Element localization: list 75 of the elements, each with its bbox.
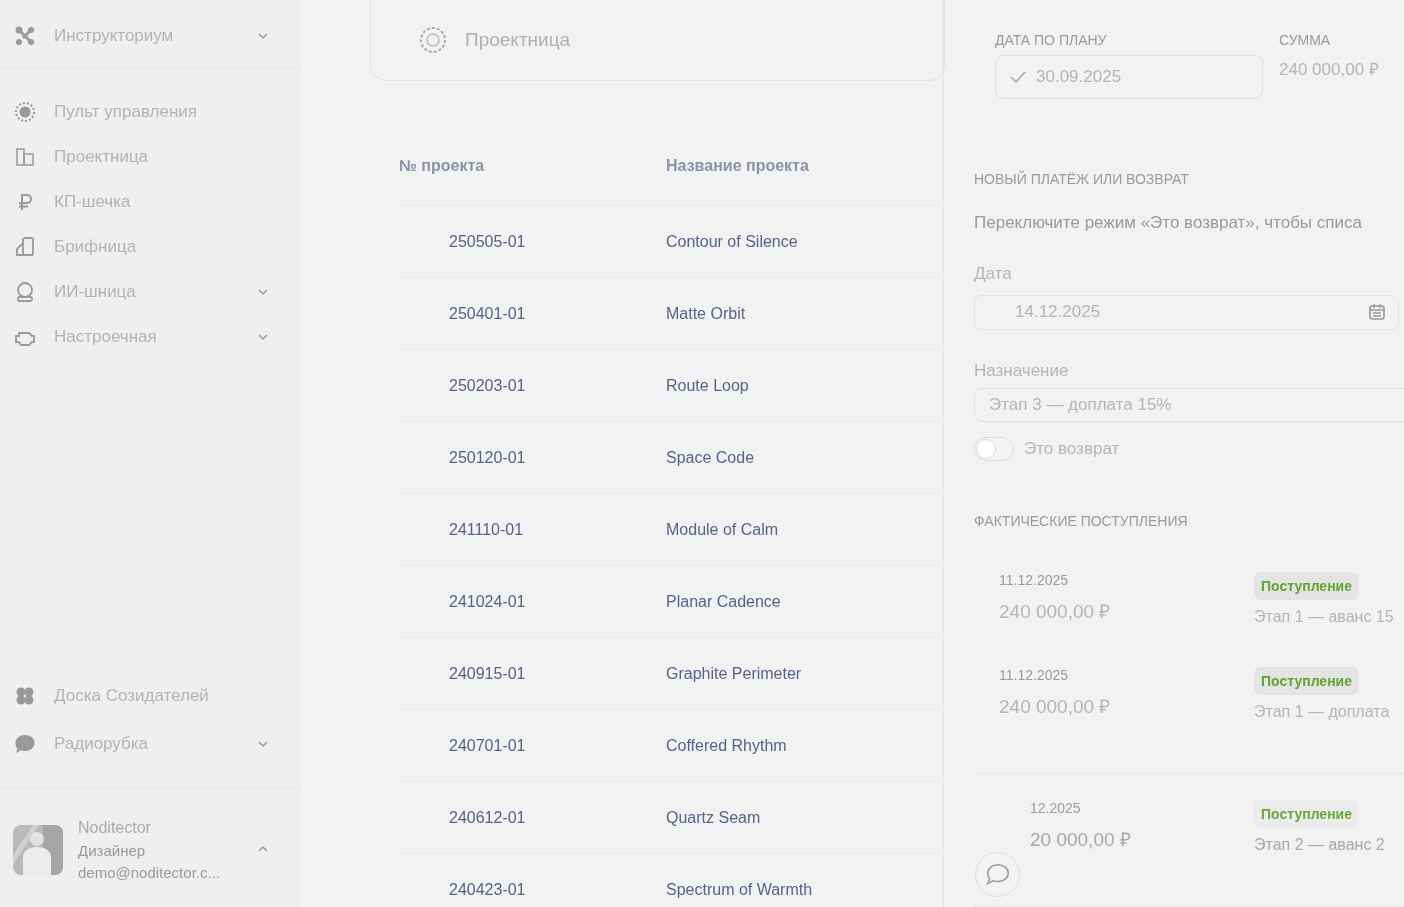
receipt-date: 12.2025: [1030, 800, 1082, 816]
menu-item[interactable]: Доска Созидателей: [54, 686, 209, 706]
chat-bubble-icon: [14, 733, 36, 755]
date-field[interactable]: 14.12.2025: [974, 295, 1399, 330]
field-label: СУММА: [1279, 32, 1332, 48]
status-badge: Поступление: [1254, 572, 1359, 600]
building-icon: [14, 145, 36, 168]
menu-item[interactable]: Брифница: [54, 236, 137, 257]
project-link[interactable]: Module of Calm: [666, 520, 779, 539]
section-title: ФАКТИЧЕСКИЕ ПОСТУПЛЕНИЯ: [974, 513, 1189, 529]
chevron-down-icon[interactable]: [257, 287, 269, 296]
receipt-date: 11.12.2025: [999, 572, 1070, 588]
molecule-icon: [14, 25, 36, 47]
table-cell-text: 240423-01: [448, 880, 527, 899]
calendar-icon[interactable]: [1368, 303, 1386, 322]
status-badge: Поступление: [1254, 800, 1359, 828]
table-cell-text: 240612-01: [448, 808, 527, 827]
section-title: НОВЫЙ ПЛАТЁЖ ИЛИ ВОЗВРАТ: [974, 171, 1190, 187]
receipt-description: Этап 1 — доплата: [1254, 703, 1390, 721]
toggle-label: Это возврат: [1024, 439, 1120, 459]
status-badge: Поступление: [1254, 667, 1359, 695]
menu-item[interactable]: Инструкториум: [54, 26, 174, 46]
receipt-date: 11.12.2025: [999, 667, 1070, 683]
field-label: Дата: [974, 264, 1013, 284]
project-link[interactable]: Spectrum of Warmth: [666, 880, 813, 899]
receipt-description: Этап 1 — аванс 15: [1254, 608, 1394, 626]
project-link[interactable]: Space Code: [666, 448, 755, 467]
purpose-field[interactable]: Этап 3 — доплата 15%: [974, 387, 1404, 422]
date-field[interactable]: 30.09.2025: [995, 55, 1263, 99]
chevron-down-icon[interactable]: [257, 32, 269, 40]
menu-item[interactable]: Пульт управления: [54, 101, 198, 122]
page-title: Проектница: [465, 29, 571, 51]
table-cell-text: 250120-01: [448, 448, 527, 467]
clover-icon: [14, 685, 36, 707]
table-cell-text: 241110-01: [448, 520, 525, 539]
field-label: ДАТА ПО ПЛАНУ: [995, 32, 1108, 48]
chevron-down-icon[interactable]: [257, 740, 269, 748]
hint-text: Переключите режим «Это возврат», чтобы списа: [974, 213, 1363, 233]
field-label: Назначение: [974, 360, 1070, 381]
receipt-amount: 240 000,00 ₽: [999, 695, 1112, 719]
project-link[interactable]: Graphite Perimeter: [666, 664, 802, 683]
table-cell-text: 240915-01: [448, 664, 527, 683]
crystal-ball-icon: [14, 280, 36, 303]
project-link[interactable]: Planar Cadence: [666, 592, 781, 611]
table-cell-text: 240701-01: [448, 736, 527, 755]
chevron-up-icon[interactable]: [257, 845, 269, 853]
column-header: Название проекта: [666, 157, 809, 175]
project-link[interactable]: Route Loop: [666, 376, 749, 395]
gear-icon: [14, 100, 36, 123]
menu-item[interactable]: Радиорубка: [54, 734, 149, 754]
table-cell-text: 250401-01: [448, 304, 527, 323]
project-link[interactable]: Contour of Silence: [666, 232, 798, 251]
receipt-amount: 20 000,00 ₽: [1030, 828, 1132, 852]
project-link[interactable]: Coffered Rhythm: [666, 736, 787, 755]
column-header: № проекта: [399, 157, 486, 175]
support-chat-button[interactable]: [975, 852, 1020, 897]
menu-item[interactable]: Проектница: [54, 146, 149, 167]
document-icon: [14, 235, 36, 258]
table-cell-text: 241024-01: [448, 592, 527, 611]
menu-item[interactable]: КП-шечка: [54, 191, 131, 212]
receipt-amount: 240 000,00 ₽: [999, 600, 1112, 624]
table-cell-text: 250203-01: [448, 376, 527, 395]
gear-icon: [418, 25, 448, 55]
chevron-down-icon[interactable]: [257, 332, 269, 341]
project-link[interactable]: Matte Orbit: [666, 304, 746, 323]
user-email: demo@noditector.c...: [78, 864, 220, 881]
user-name: Noditector: [78, 819, 152, 837]
menu-item[interactable]: Настроечная: [54, 326, 157, 347]
receipt-description: Этап 2 — аванс 2: [1254, 836, 1385, 854]
sum-value: 240 000,00 ₽: [1279, 59, 1379, 80]
toggle-switch[interactable]: [974, 437, 1014, 461]
user-role: Дизайнер: [78, 842, 147, 859]
menu-item[interactable]: ИИ-шница: [54, 281, 136, 302]
table-cell-text: 250505-01: [448, 232, 527, 251]
project-link[interactable]: Quartz Seam: [666, 808, 761, 827]
